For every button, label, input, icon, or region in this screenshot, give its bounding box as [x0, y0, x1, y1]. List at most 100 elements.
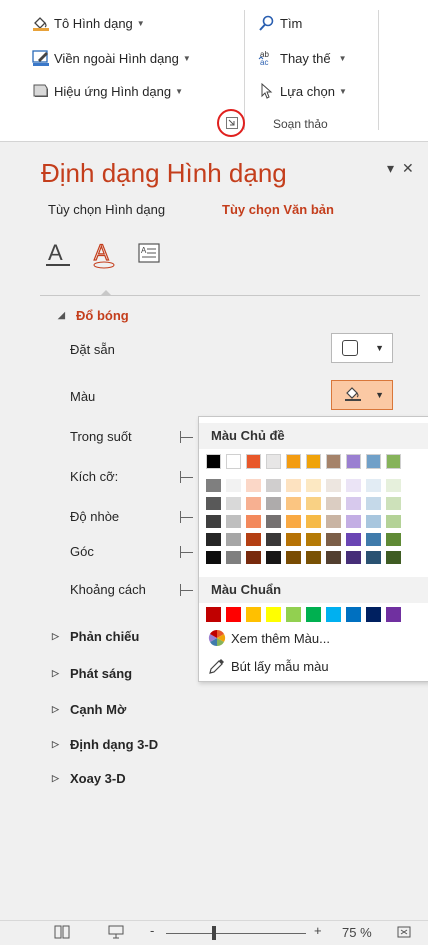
pane-options-icon[interactable]: ▾: [387, 160, 394, 177]
standard-color-swatch[interactable]: [306, 607, 321, 622]
theme-shade-swatch[interactable]: [386, 479, 401, 492]
find-button[interactable]: Tìm: [258, 12, 302, 34]
theme-shade-swatch[interactable]: [206, 497, 221, 510]
theme-shade-swatch[interactable]: [226, 515, 241, 528]
standard-color-swatch[interactable]: [226, 607, 241, 622]
theme-shade-swatch[interactable]: [246, 533, 261, 546]
fit-slide-icon[interactable]: [396, 925, 412, 942]
theme-shade-swatch[interactable]: [246, 551, 261, 564]
dialog-launcher-icon[interactable]: [226, 117, 238, 129]
theme-shade-swatch[interactable]: [226, 479, 241, 492]
eyedropper-item[interactable]: Bút lấy mẫu màu: [207, 657, 329, 675]
angle-slider[interactable]: [180, 546, 193, 558]
close-icon[interactable]: ✕: [402, 160, 414, 177]
theme-shade-swatch[interactable]: [246, 515, 261, 528]
theme-shade-swatch[interactable]: [226, 497, 241, 510]
theme-shade-swatch[interactable]: [346, 479, 361, 492]
theme-shade-swatch[interactable]: [306, 551, 321, 564]
zoom-out-button[interactable]: -: [150, 923, 154, 938]
theme-shade-swatch[interactable]: [266, 551, 281, 564]
theme-shade-swatch[interactable]: [206, 551, 221, 564]
zoom-slider-track[interactable]: [166, 933, 306, 934]
theme-shade-swatch[interactable]: [286, 515, 301, 528]
section-shadow[interactable]: ◢ Đổ bóng: [58, 308, 129, 323]
text-effects-icon[interactable]: A: [90, 238, 118, 270]
theme-shade-swatch[interactable]: [326, 533, 341, 546]
theme-shade-swatch[interactable]: [346, 533, 361, 546]
theme-shade-swatch[interactable]: [386, 515, 401, 528]
more-colors-item[interactable]: Xem thêm Màu...: [207, 629, 330, 647]
zoom-slider-thumb[interactable]: [212, 926, 216, 940]
theme-color-swatch[interactable]: [306, 454, 321, 469]
standard-color-swatch[interactable]: [246, 607, 261, 622]
standard-color-swatch[interactable]: [386, 607, 401, 622]
theme-shade-swatch[interactable]: [286, 533, 301, 546]
theme-color-swatch[interactable]: [246, 454, 261, 469]
standard-color-swatch[interactable]: [206, 607, 221, 622]
zoom-in-button[interactable]: +: [314, 923, 322, 938]
theme-shade-swatch[interactable]: [206, 533, 221, 546]
theme-color-swatch[interactable]: [266, 454, 281, 469]
replace-button[interactable]: ab ac Thay thế ▼: [258, 47, 347, 69]
theme-shade-swatch[interactable]: [366, 533, 381, 546]
theme-shade-swatch[interactable]: [266, 533, 281, 546]
section-3d-rotation[interactable]: ▷ Xoay 3-D: [52, 771, 126, 786]
theme-shade-swatch[interactable]: [306, 479, 321, 492]
theme-shade-swatch[interactable]: [266, 515, 281, 528]
theme-shade-swatch[interactable]: [366, 479, 381, 492]
section-glow[interactable]: ▷ Phát sáng: [52, 666, 132, 681]
shape-outline-button[interactable]: Viền ngoài Hình dạng ▼: [32, 47, 191, 69]
section-reflection[interactable]: ▷ Phản chiếu: [52, 629, 139, 644]
theme-shade-swatch[interactable]: [286, 551, 301, 564]
theme-color-swatch[interactable]: [226, 454, 241, 469]
tab-text-options[interactable]: Tùy chọn Văn bản: [222, 202, 334, 217]
standard-color-swatch[interactable]: [266, 607, 281, 622]
standard-color-swatch[interactable]: [366, 607, 381, 622]
standard-color-swatch[interactable]: [326, 607, 341, 622]
shape-fill-button[interactable]: Tô Hình dạng ▼: [32, 12, 145, 34]
section-3d-format[interactable]: ▷ Định dạng 3-D: [52, 737, 158, 752]
theme-shade-swatch[interactable]: [346, 515, 361, 528]
tab-shape-options[interactable]: Tùy chọn Hình dạng: [48, 202, 165, 217]
theme-shade-swatch[interactable]: [366, 515, 381, 528]
textbox-icon[interactable]: A: [136, 238, 164, 270]
theme-color-swatch[interactable]: [286, 454, 301, 469]
shadow-color-button[interactable]: ▼: [331, 380, 393, 410]
theme-color-swatch[interactable]: [326, 454, 341, 469]
theme-shade-swatch[interactable]: [206, 515, 221, 528]
theme-shade-swatch[interactable]: [286, 479, 301, 492]
text-fill-outline-icon[interactable]: A: [44, 238, 72, 270]
distance-slider[interactable]: [180, 584, 193, 596]
standard-color-swatch[interactable]: [346, 607, 361, 622]
theme-shade-swatch[interactable]: [246, 479, 261, 492]
theme-color-swatch[interactable]: [366, 454, 381, 469]
blur-slider[interactable]: [180, 511, 193, 523]
theme-color-swatch[interactable]: [206, 454, 221, 469]
theme-shade-swatch[interactable]: [206, 479, 221, 492]
standard-color-swatch[interactable]: [286, 607, 301, 622]
theme-shade-swatch[interactable]: [366, 497, 381, 510]
theme-shade-swatch[interactable]: [326, 551, 341, 564]
theme-shade-swatch[interactable]: [386, 497, 401, 510]
shape-effects-button[interactable]: Hiệu ứng Hình dạng ▼: [32, 80, 183, 102]
theme-shade-swatch[interactable]: [266, 497, 281, 510]
theme-shade-swatch[interactable]: [306, 515, 321, 528]
theme-shade-swatch[interactable]: [346, 497, 361, 510]
transparency-slider[interactable]: [180, 431, 193, 443]
theme-shade-swatch[interactable]: [306, 497, 321, 510]
theme-shade-swatch[interactable]: [326, 479, 341, 492]
theme-color-swatch[interactable]: [346, 454, 361, 469]
theme-shade-swatch[interactable]: [246, 497, 261, 510]
theme-shade-swatch[interactable]: [266, 479, 281, 492]
theme-shade-swatch[interactable]: [386, 533, 401, 546]
zoom-level[interactable]: 75 %: [342, 925, 372, 940]
reading-view-icon[interactable]: [54, 925, 70, 942]
theme-shade-swatch[interactable]: [326, 515, 341, 528]
slideshow-icon[interactable]: [108, 925, 124, 942]
theme-shade-swatch[interactable]: [306, 533, 321, 546]
select-button[interactable]: Lựa chọn ▼: [258, 80, 347, 102]
theme-shade-swatch[interactable]: [346, 551, 361, 564]
theme-shade-swatch[interactable]: [386, 551, 401, 564]
section-soft-edges[interactable]: ▷ Cạnh Mờ: [52, 702, 126, 717]
theme-shade-swatch[interactable]: [226, 551, 241, 564]
